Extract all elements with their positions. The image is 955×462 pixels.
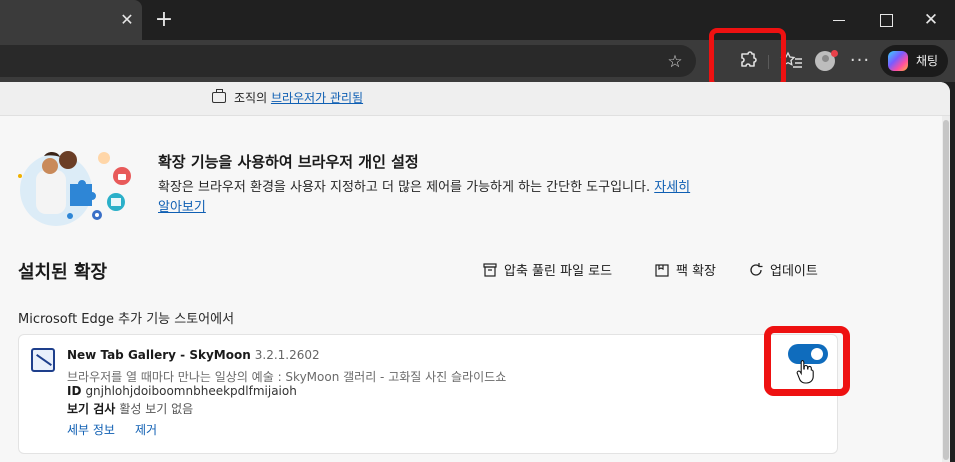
- favorite-star-icon[interactable]: ☆: [664, 51, 686, 73]
- hand-cursor-icon: [796, 359, 814, 384]
- managed-link[interactable]: 브라우저가 관리됨: [271, 91, 363, 105]
- new-tab-button[interactable]: +: [150, 6, 178, 34]
- load-unpacked-button[interactable]: 압축 풀린 파일 로드: [482, 262, 612, 281]
- extension-id-value: gnjhlohjdoiboomnbheekpdlfmijaioh: [85, 384, 297, 398]
- inspect-views-label: 보기 검사: [67, 402, 116, 416]
- extension-description: 브라우저를 열 때마다 만나는 일상의 예술 : SkyMoon 갤러리 - 고…: [67, 370, 507, 384]
- update-button[interactable]: 업데이트: [748, 262, 818, 281]
- avatar-head: [822, 55, 829, 62]
- extension-id-line: ID gnjhlohjdoiboomnbheekpdlfmijaioh: [67, 384, 297, 398]
- title-bar: ✕ + ✕: [0, 0, 955, 40]
- banner-title: 확장 기능을 사용하여 브라우저 개인 설정: [158, 153, 419, 171]
- managed-prefix: 조직의: [234, 91, 271, 105]
- chat-label: 채팅: [916, 54, 939, 68]
- profile-avatar-icon[interactable]: [813, 49, 838, 73]
- load-unpacked-label: 압축 풀린 파일 로드: [504, 264, 613, 279]
- managed-notice: 조직의 브라우저가 관리됨: [234, 90, 363, 106]
- extension-version: 3.2.1.2602: [254, 348, 320, 362]
- extension-card: New Tab Gallery - SkyMoon 3.2.1.2602 브라우저…: [18, 334, 838, 454]
- extensions-illustration: [18, 151, 131, 226]
- banner-desc-text: 확장은 브라우저 환경을 사용자 지정하고 더 많은 제어를 가능하게 하는 간…: [158, 180, 655, 195]
- more-options-icon[interactable]: ···: [848, 49, 872, 73]
- page-scrollbar[interactable]: [942, 116, 950, 462]
- extensions-page: 조직의 브라우저가 관리됨 확장 기능을 사용하여 브라우저 개인 설정 확장은…: [0, 82, 950, 462]
- scroll-thumb[interactable]: [943, 120, 949, 460]
- extension-name: New Tab Gallery - SkyMoon: [67, 348, 251, 362]
- remove-link[interactable]: 제거: [135, 421, 157, 438]
- pack-icon: [654, 262, 670, 278]
- notification-dot: [831, 50, 838, 57]
- extension-logo-icon: [31, 348, 55, 372]
- maximize-button[interactable]: [872, 6, 900, 34]
- update-label: 업데이트: [770, 264, 818, 279]
- archive-icon: [482, 262, 498, 278]
- refresh-icon: [748, 262, 764, 278]
- inspect-views-line: 보기 검사 활성 보기 없음: [67, 400, 193, 417]
- extensions-highlight-box: [709, 28, 786, 88]
- pack-extension-label: 팩 확장: [676, 264, 717, 279]
- address-bar[interactable]: ☆: [0, 45, 696, 77]
- browser-tab[interactable]: ✕: [0, 0, 142, 40]
- briefcase-icon: [212, 89, 226, 103]
- details-link[interactable]: 세부 정보: [67, 421, 115, 438]
- copilot-icon: [888, 51, 908, 71]
- managed-notice-bar: 조직의 브라우저가 관리됨: [0, 82, 950, 116]
- installed-extensions-title: 설치된 확장: [18, 262, 108, 283]
- browser-toolbar: ☆ ··· 채팅: [0, 40, 955, 82]
- minimize-button[interactable]: [825, 6, 853, 34]
- close-tab-icon[interactable]: ✕: [116, 9, 138, 31]
- extension-id-label: ID: [67, 384, 82, 398]
- inspect-views-value: 활성 보기 없음: [119, 402, 194, 416]
- close-window-button[interactable]: ✕: [917, 6, 945, 34]
- extension-name-line: New Tab Gallery - SkyMoon 3.2.1.2602: [67, 348, 320, 362]
- pack-extension-button[interactable]: 팩 확장: [654, 262, 716, 281]
- banner-description: 확장은 브라우저 환경을 사용자 지정하고 더 많은 제어를 가능하게 하는 간…: [158, 178, 698, 218]
- store-section-label: Microsoft Edge 추가 기능 스토어에서: [18, 312, 235, 327]
- copilot-chat-button[interactable]: 채팅: [880, 45, 948, 77]
